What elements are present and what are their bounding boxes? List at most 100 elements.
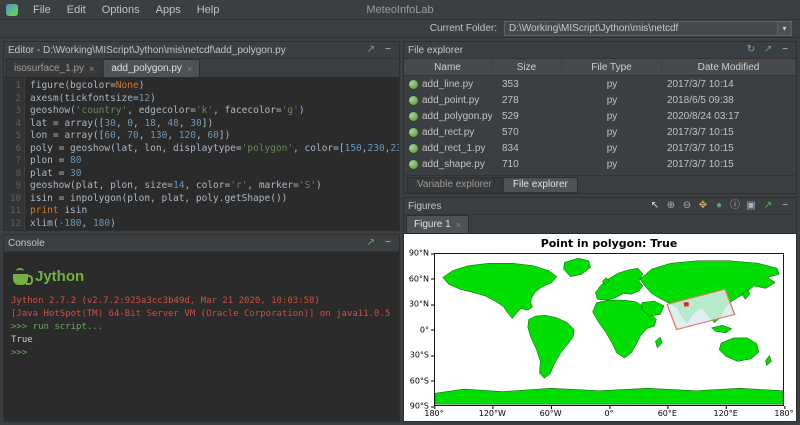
minimize-panel-icon[interactable]: −	[778, 199, 792, 213]
file-row[interactable]: add_rect.py 570 py 2017/3/7 10:15	[404, 124, 796, 140]
file-name-cell: add_polygon.py	[404, 111, 492, 122]
close-tab-icon[interactable]: ×	[89, 64, 94, 74]
menu-item-help[interactable]: Help	[189, 2, 228, 18]
float-panel-icon[interactable]: ↗	[364, 43, 378, 57]
file-row[interactable]: add_shape.py 710 py 2017/3/7 10:15	[404, 156, 796, 172]
file-type: py	[606, 142, 618, 154]
x-tick-label: 180°	[424, 406, 444, 418]
close-tab-icon[interactable]: ×	[456, 220, 461, 230]
file-table-header: Name Size File Type Date Modified	[404, 59, 796, 76]
line-number: 8	[15, 168, 21, 179]
y-tick-label: 30°S	[409, 350, 435, 360]
file-size: 278	[502, 94, 519, 106]
pan-hand-icon[interactable]: ✥	[696, 199, 710, 213]
file-date: 2017/3/7 10:15	[667, 126, 734, 138]
x-tick-label: 60°W	[539, 406, 562, 418]
editor-panel: Editor - D:\Working\MIScript\Jython\mis\…	[3, 41, 400, 231]
console-line: >>>	[11, 348, 28, 358]
column-header-size[interactable]: Size	[492, 59, 562, 75]
file-type: py	[606, 94, 618, 106]
file-type: py	[606, 110, 618, 122]
file-date: 2017/3/7 10:15	[667, 158, 734, 170]
console-panel: Console ↗ − Jython Jython 2.7.2 (v2.7.2:…	[3, 234, 400, 422]
chevron-down-icon[interactable]: ▾	[777, 22, 791, 35]
file-row[interactable]: add_rect_1.py 834 py 2017/3/7 10:15	[404, 140, 796, 156]
file-name-cell: add_rect_1.py	[404, 143, 492, 154]
console-body[interactable]: Jython Jython 2.7.2 (v2.7.2:925a3cc3b49d…	[4, 252, 399, 421]
y-tick-label: 30°N	[408, 299, 435, 309]
file-size: 710	[502, 158, 519, 170]
float-panel-icon[interactable]: ↗	[761, 199, 775, 213]
minimize-panel-icon[interactable]: −	[381, 236, 395, 250]
dock-tab-file-explorer[interactable]: File explorer	[502, 176, 578, 193]
map-plot-area[interactable]	[434, 253, 784, 406]
zoom-in-icon[interactable]: ⊕	[664, 199, 678, 213]
file-explorer-panel: File explorer ↻ ↗ − Name Size File Type Dat…	[403, 41, 797, 194]
file-size: 834	[502, 142, 519, 154]
menu-item-edit[interactable]: Edit	[59, 2, 94, 18]
file-explorer-title: File explorer	[408, 44, 464, 56]
line-number: 7	[15, 156, 21, 166]
x-tick-label: 180°	[774, 406, 794, 418]
editor-panel-title: Editor - D:\Working\MIScript\Jython\mis\…	[8, 44, 286, 56]
column-header-name[interactable]: Name	[404, 59, 492, 75]
dock-tab-variable-explorer[interactable]: Variable explorer	[407, 176, 502, 193]
file-name-cell: add_line.py	[404, 79, 492, 90]
code-editor[interactable]: 1 2 3 4 5 6 7 8 9 10 11 12 figure(bgcolor=None) axes…	[4, 78, 399, 230]
menu-item-options[interactable]: Options	[94, 2, 148, 18]
column-header-file-type[interactable]: File Type	[562, 59, 662, 75]
full-extent-globe-icon[interactable]: ●	[712, 199, 726, 213]
line-number: 9	[15, 181, 21, 191]
jython-cup-icon	[13, 268, 33, 285]
file-size: 353	[502, 78, 519, 90]
y-tick-label: 60°N	[408, 274, 435, 283]
float-panel-icon[interactable]: ↗	[761, 43, 775, 57]
file-type: py	[606, 78, 618, 90]
file-date: 2017/3/7 10:15	[667, 142, 734, 154]
code-line: figure(bgcolor=None)	[30, 80, 145, 91]
file-size: 570	[502, 126, 519, 138]
file-date: 2017/3/7 10:14	[667, 78, 734, 90]
refresh-icon[interactable]: ↻	[744, 43, 758, 57]
figure-tab-bar: Figure 1 ×	[404, 215, 796, 234]
select-arrow-icon[interactable]: ↖	[648, 199, 662, 213]
y-tick-label: 60°S	[409, 376, 435, 385]
jython-logo-text: Jython	[35, 268, 85, 285]
console-line: [Java HotSpot(TM) 64-Bit Server VM (Orac…	[11, 309, 391, 319]
current-folder-combobox[interactable]: D:\Working\MIScript\Jython\mis\netcdf ▾	[504, 21, 792, 36]
world-map-svg	[435, 257, 783, 405]
minimize-panel-icon[interactable]: −	[381, 43, 395, 57]
editor-tab[interactable]: isosurface_1.py ×	[6, 59, 103, 77]
file-size: 529	[502, 110, 519, 122]
menu-item-file[interactable]: File	[25, 2, 59, 18]
code-line: geoshow(plat, plon, size=14, color='r', …	[30, 180, 322, 191]
editor-tab[interactable]: add_polygon.py ×	[103, 59, 201, 77]
file-name: add_shape.py	[422, 158, 485, 170]
minimize-panel-icon[interactable]: −	[778, 43, 792, 57]
x-tick-label: 60°E	[657, 406, 677, 418]
close-tab-icon[interactable]: ×	[187, 64, 192, 74]
zoom-out-icon[interactable]: ⊖	[680, 199, 694, 213]
right-column: File explorer ↻ ↗ − Name Size File Type Dat…	[403, 41, 797, 422]
file-name: add_polygon.py	[422, 110, 492, 122]
menu-item-apps[interactable]: Apps	[148, 2, 189, 18]
figure-canvas[interactable]: Point in polygon: True 90°N 60°N 30°N 0° 30°…	[404, 234, 796, 421]
figure-tab-label: Figure 1	[414, 219, 451, 230]
column-header-date-modified[interactable]: Date Modified	[662, 59, 796, 75]
save-figure-icon[interactable]: ▣	[744, 199, 758, 213]
file-row[interactable]: add_line.py 353 py 2017/3/7 10:14	[404, 76, 796, 92]
file-row[interactable]: add_point.py 278 py 2018/6/5 09:38	[404, 92, 796, 108]
figure-tab[interactable]: Figure 1 ×	[406, 215, 469, 233]
figures-panel-title: Figures	[408, 200, 442, 212]
code-lines[interactable]: figure(bgcolor=None) axesm(tickfontsize=1…	[25, 78, 399, 230]
main-area: Editor - D:\Working\MIScript\Jython\mis\…	[0, 38, 800, 425]
float-panel-icon[interactable]: ↗	[364, 236, 378, 250]
code-line: geoshow('country', edgecolor='k', faceco…	[30, 105, 305, 116]
python-file-icon	[409, 79, 418, 89]
python-file-icon	[409, 127, 418, 137]
file-row[interactable]: add_polygon.py 529 py 2020/8/24 03:17	[404, 108, 796, 124]
left-column: Editor - D:\Working\MIScript\Jython\mis\…	[3, 41, 400, 422]
console-panel-title: Console	[8, 237, 45, 249]
menu-items: File Edit Options Apps Help	[25, 2, 227, 18]
identify-info-icon[interactable]: ⓘ	[728, 199, 742, 213]
